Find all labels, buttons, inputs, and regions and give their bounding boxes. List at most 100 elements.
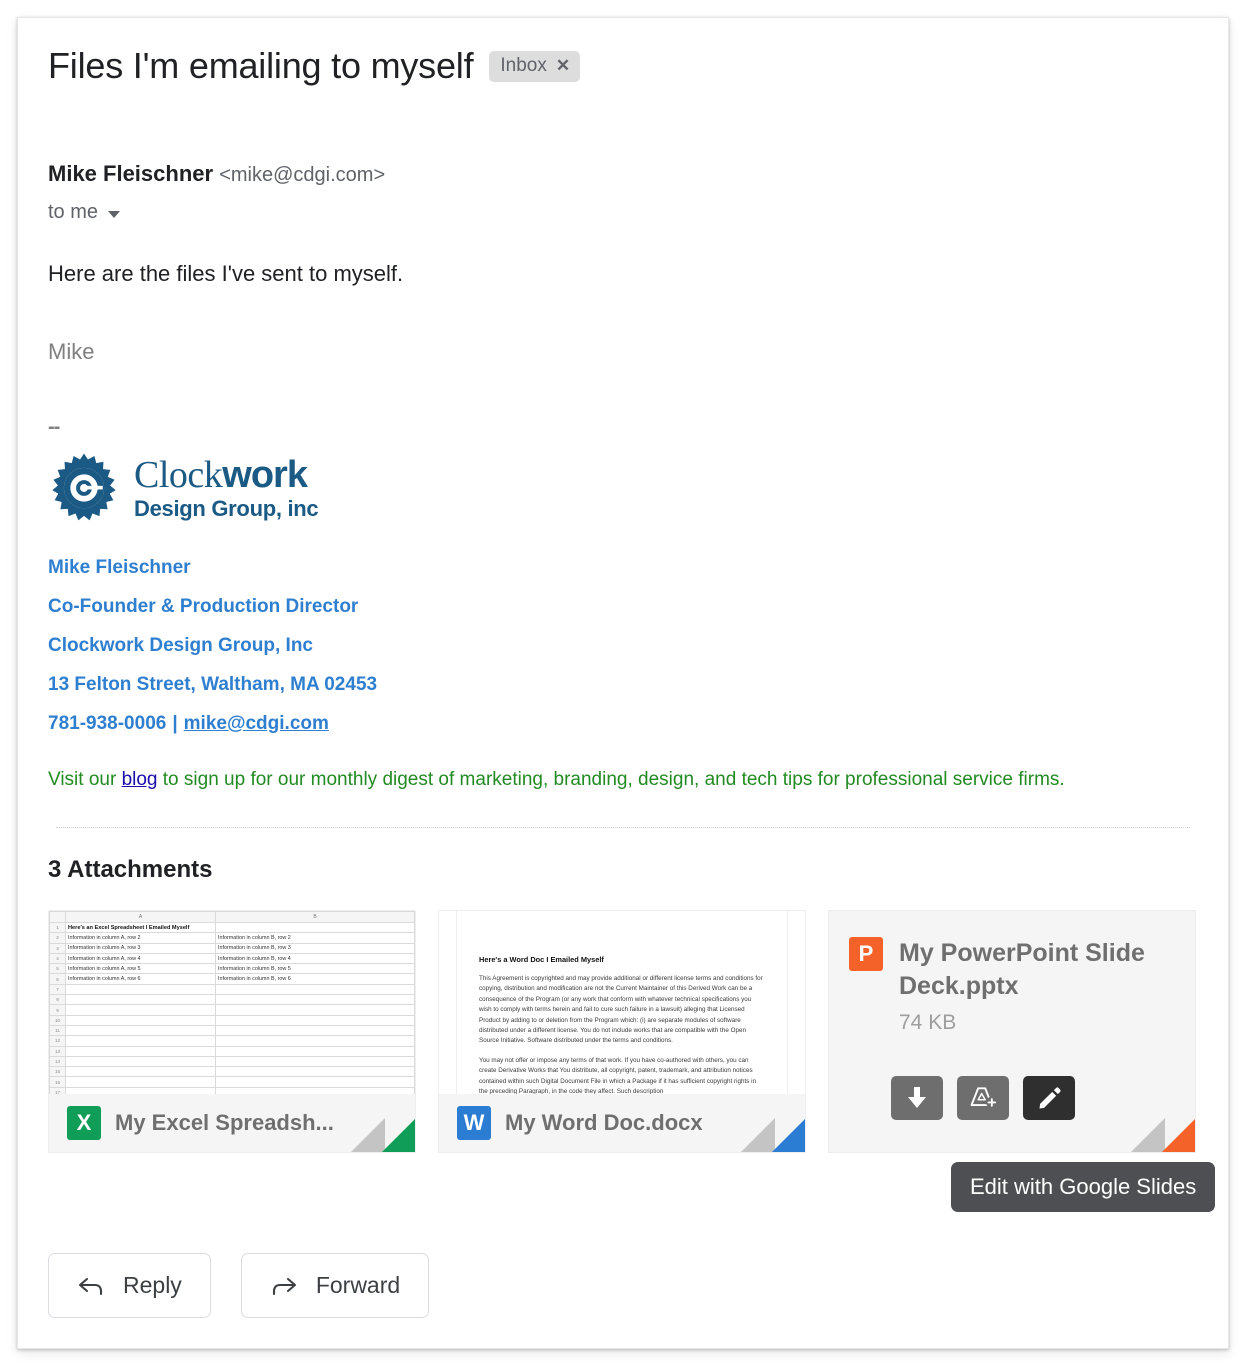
excel-cell-a: Information in column A, row 5: [65, 963, 216, 975]
excel-row: 14: [49, 1055, 415, 1068]
corner-fold-shadow: [351, 1118, 385, 1152]
excel-cell-b: Information in column B, row 3: [215, 942, 415, 954]
gear-icon: [52, 453, 116, 521]
message-signoff: Mike: [48, 339, 95, 364]
screenshot-root: Files I'm emailing to myself Inbox ✕ Mik…: [0, 0, 1246, 1368]
excel-row-number: 7: [49, 983, 66, 996]
edit-pencil-icon: [1039, 1086, 1061, 1108]
forward-button[interactable]: Forward: [240, 1253, 430, 1318]
attachment-filename-powerpoint: My PowerPoint Slide Deck.pptx: [899, 939, 1145, 1000]
excel-row: 7: [49, 983, 415, 996]
word-file-icon: W: [457, 1106, 491, 1140]
signature-title: Co-Founder & Production Director: [48, 596, 359, 617]
download-icon: [908, 1087, 926, 1108]
excel-cell-b: Information in column B, row 6: [215, 973, 415, 985]
excel-row: 6 Information in column A, row 6 Informati…: [49, 973, 415, 985]
powerpoint-header: P My PowerPoint Slide Deck.pptx: [829, 911, 1195, 1003]
excel-row-number: 11: [49, 1024, 66, 1037]
excel-row-number: 8: [49, 994, 66, 1006]
excel-cell-a: [65, 1045, 216, 1057]
excel-preview-table: A B 1 Here's an Excel Spreadsheet I Email…: [49, 911, 415, 1096]
attachment-card-excel[interactable]: A B 1 Here's an Excel Spreadsheet I Email…: [48, 910, 416, 1153]
reply-button[interactable]: Reply: [48, 1253, 211, 1318]
excel-cell-a: Information in column A, row 2: [65, 932, 216, 944]
word-preview-para1: This Agreement is copyrighted and may pr…: [479, 975, 763, 1045]
excel-row-number: 13: [49, 1045, 66, 1057]
word-thumbnail: Here's a Word Doc I Emailed Myself This …: [439, 911, 805, 1096]
label-chip-text: Inbox: [500, 54, 547, 76]
attachment-card-powerpoint[interactable]: P My PowerPoint Slide Deck.pptx 74 KB: [828, 910, 1196, 1153]
excel-row-number: 2: [49, 932, 66, 944]
excel-cell-a: Here's an Excel Spreadsheet I Emailed My…: [65, 921, 216, 934]
attachment-filename-excel: My Excel Spreadsh...: [115, 1110, 334, 1135]
corner-fold-excel: [382, 1119, 415, 1152]
excel-cell-b: [215, 1024, 415, 1037]
blog-link[interactable]: blog: [122, 769, 158, 790]
excel-cell-a: Information in column A, row 3: [65, 942, 216, 954]
logo-brand-bold: work: [222, 454, 308, 496]
attachments-row: A B 1 Here's an Excel Spreadsheet I Email…: [48, 910, 1216, 1212]
excel-cell-a: [65, 1076, 216, 1088]
signature-separator-pipe: |: [172, 713, 178, 734]
edit-button[interactable]: [1023, 1076, 1075, 1120]
signature-company: Clockwork Design Group, Inc: [48, 635, 313, 656]
excel-cell-a: Information in column A, row 6: [65, 973, 216, 985]
tooltip-edit-with-google-slides: Edit with Google Slides: [951, 1162, 1216, 1212]
reply-button-label: Reply: [123, 1272, 182, 1298]
excel-row-number: 9: [49, 1004, 66, 1016]
signature-email-link[interactable]: mike@cdgi.com: [184, 713, 329, 734]
add-to-drive-icon: [970, 1087, 998, 1109]
excel-col-header-b: B: [215, 911, 415, 923]
excel-row: 8: [49, 994, 415, 1006]
forward-icon: [272, 1277, 296, 1295]
excel-cell-b: [215, 1076, 415, 1088]
excel-row: 10: [49, 1014, 415, 1026]
save-to-drive-button[interactable]: [957, 1076, 1009, 1120]
corner-fold-word: [772, 1119, 805, 1152]
excel-row-number: 10: [49, 1014, 66, 1026]
excel-row: 12: [49, 1035, 415, 1047]
excel-row: 13: [49, 1045, 415, 1057]
reply-icon: [78, 1277, 103, 1295]
label-chip-inbox[interactable]: Inbox ✕: [489, 50, 581, 82]
chevron-down-icon[interactable]: [108, 210, 121, 218]
excel-row: 1 Here's an Excel Spreadsheet I Emailed M…: [49, 921, 415, 934]
excel-cell-b: [215, 921, 415, 934]
logo-tagline: Design Group, inc: [134, 496, 319, 521]
section-divider: [56, 827, 1190, 828]
signature-phone: 781-938-0006: [48, 713, 167, 734]
excel-thumbnail: A B 1 Here's an Excel Spreadsheet I Email…: [49, 911, 415, 1096]
signature-separator: --: [48, 416, 60, 438]
excel-cell-a: [65, 983, 216, 996]
close-icon[interactable]: ✕: [556, 57, 570, 74]
excel-cell-b: [215, 1004, 415, 1016]
excel-file-icon: X: [67, 1106, 101, 1140]
excel-row-number: 14: [49, 1055, 66, 1068]
recipient-label: to me: [48, 201, 99, 223]
attachment-card-word[interactable]: Here's a Word Doc I Emailed Myself This …: [438, 910, 806, 1153]
excel-row-number: 4: [49, 952, 66, 965]
logo-brand-light: Clock: [134, 454, 223, 496]
excel-cell-b: Information in column B, row 5: [215, 963, 415, 975]
excel-row-number: 15: [49, 1066, 66, 1078]
download-button[interactable]: [891, 1076, 943, 1120]
excel-cell-b: [215, 994, 415, 1006]
word-preview-para2: You may not offer or impose any terms of…: [479, 1056, 757, 1096]
excel-cell-a: Information in column A, row 4: [65, 952, 216, 965]
excel-cell-a: [65, 1014, 216, 1026]
blog-line-pre: Visit our: [48, 769, 122, 790]
excel-cell-a: [65, 1066, 216, 1078]
excel-row: 5 Information in column A, row 5 Informati…: [49, 963, 415, 975]
excel-cell-b: [215, 983, 415, 996]
logo-wordmark: Clockwork: [134, 456, 318, 494]
powerpoint-file-icon: P: [849, 937, 883, 971]
excel-cell-b: Information in column B, row 2: [215, 932, 415, 944]
attachments-heading: 3 Attachments: [48, 856, 213, 883]
sender-name[interactable]: Mike Fleischner: [48, 161, 213, 186]
excel-row-number: 5: [49, 963, 66, 975]
excel-cell-a: [65, 1055, 216, 1068]
blog-line-post: to sign up for our monthly digest of mar…: [157, 769, 1065, 790]
message-body-line: Here are the files I've sent to myself.: [48, 261, 404, 286]
excel-row: 3 Information in column A, row 3 Informati…: [49, 942, 415, 954]
recipient-row[interactable]: to me: [48, 201, 1198, 224]
